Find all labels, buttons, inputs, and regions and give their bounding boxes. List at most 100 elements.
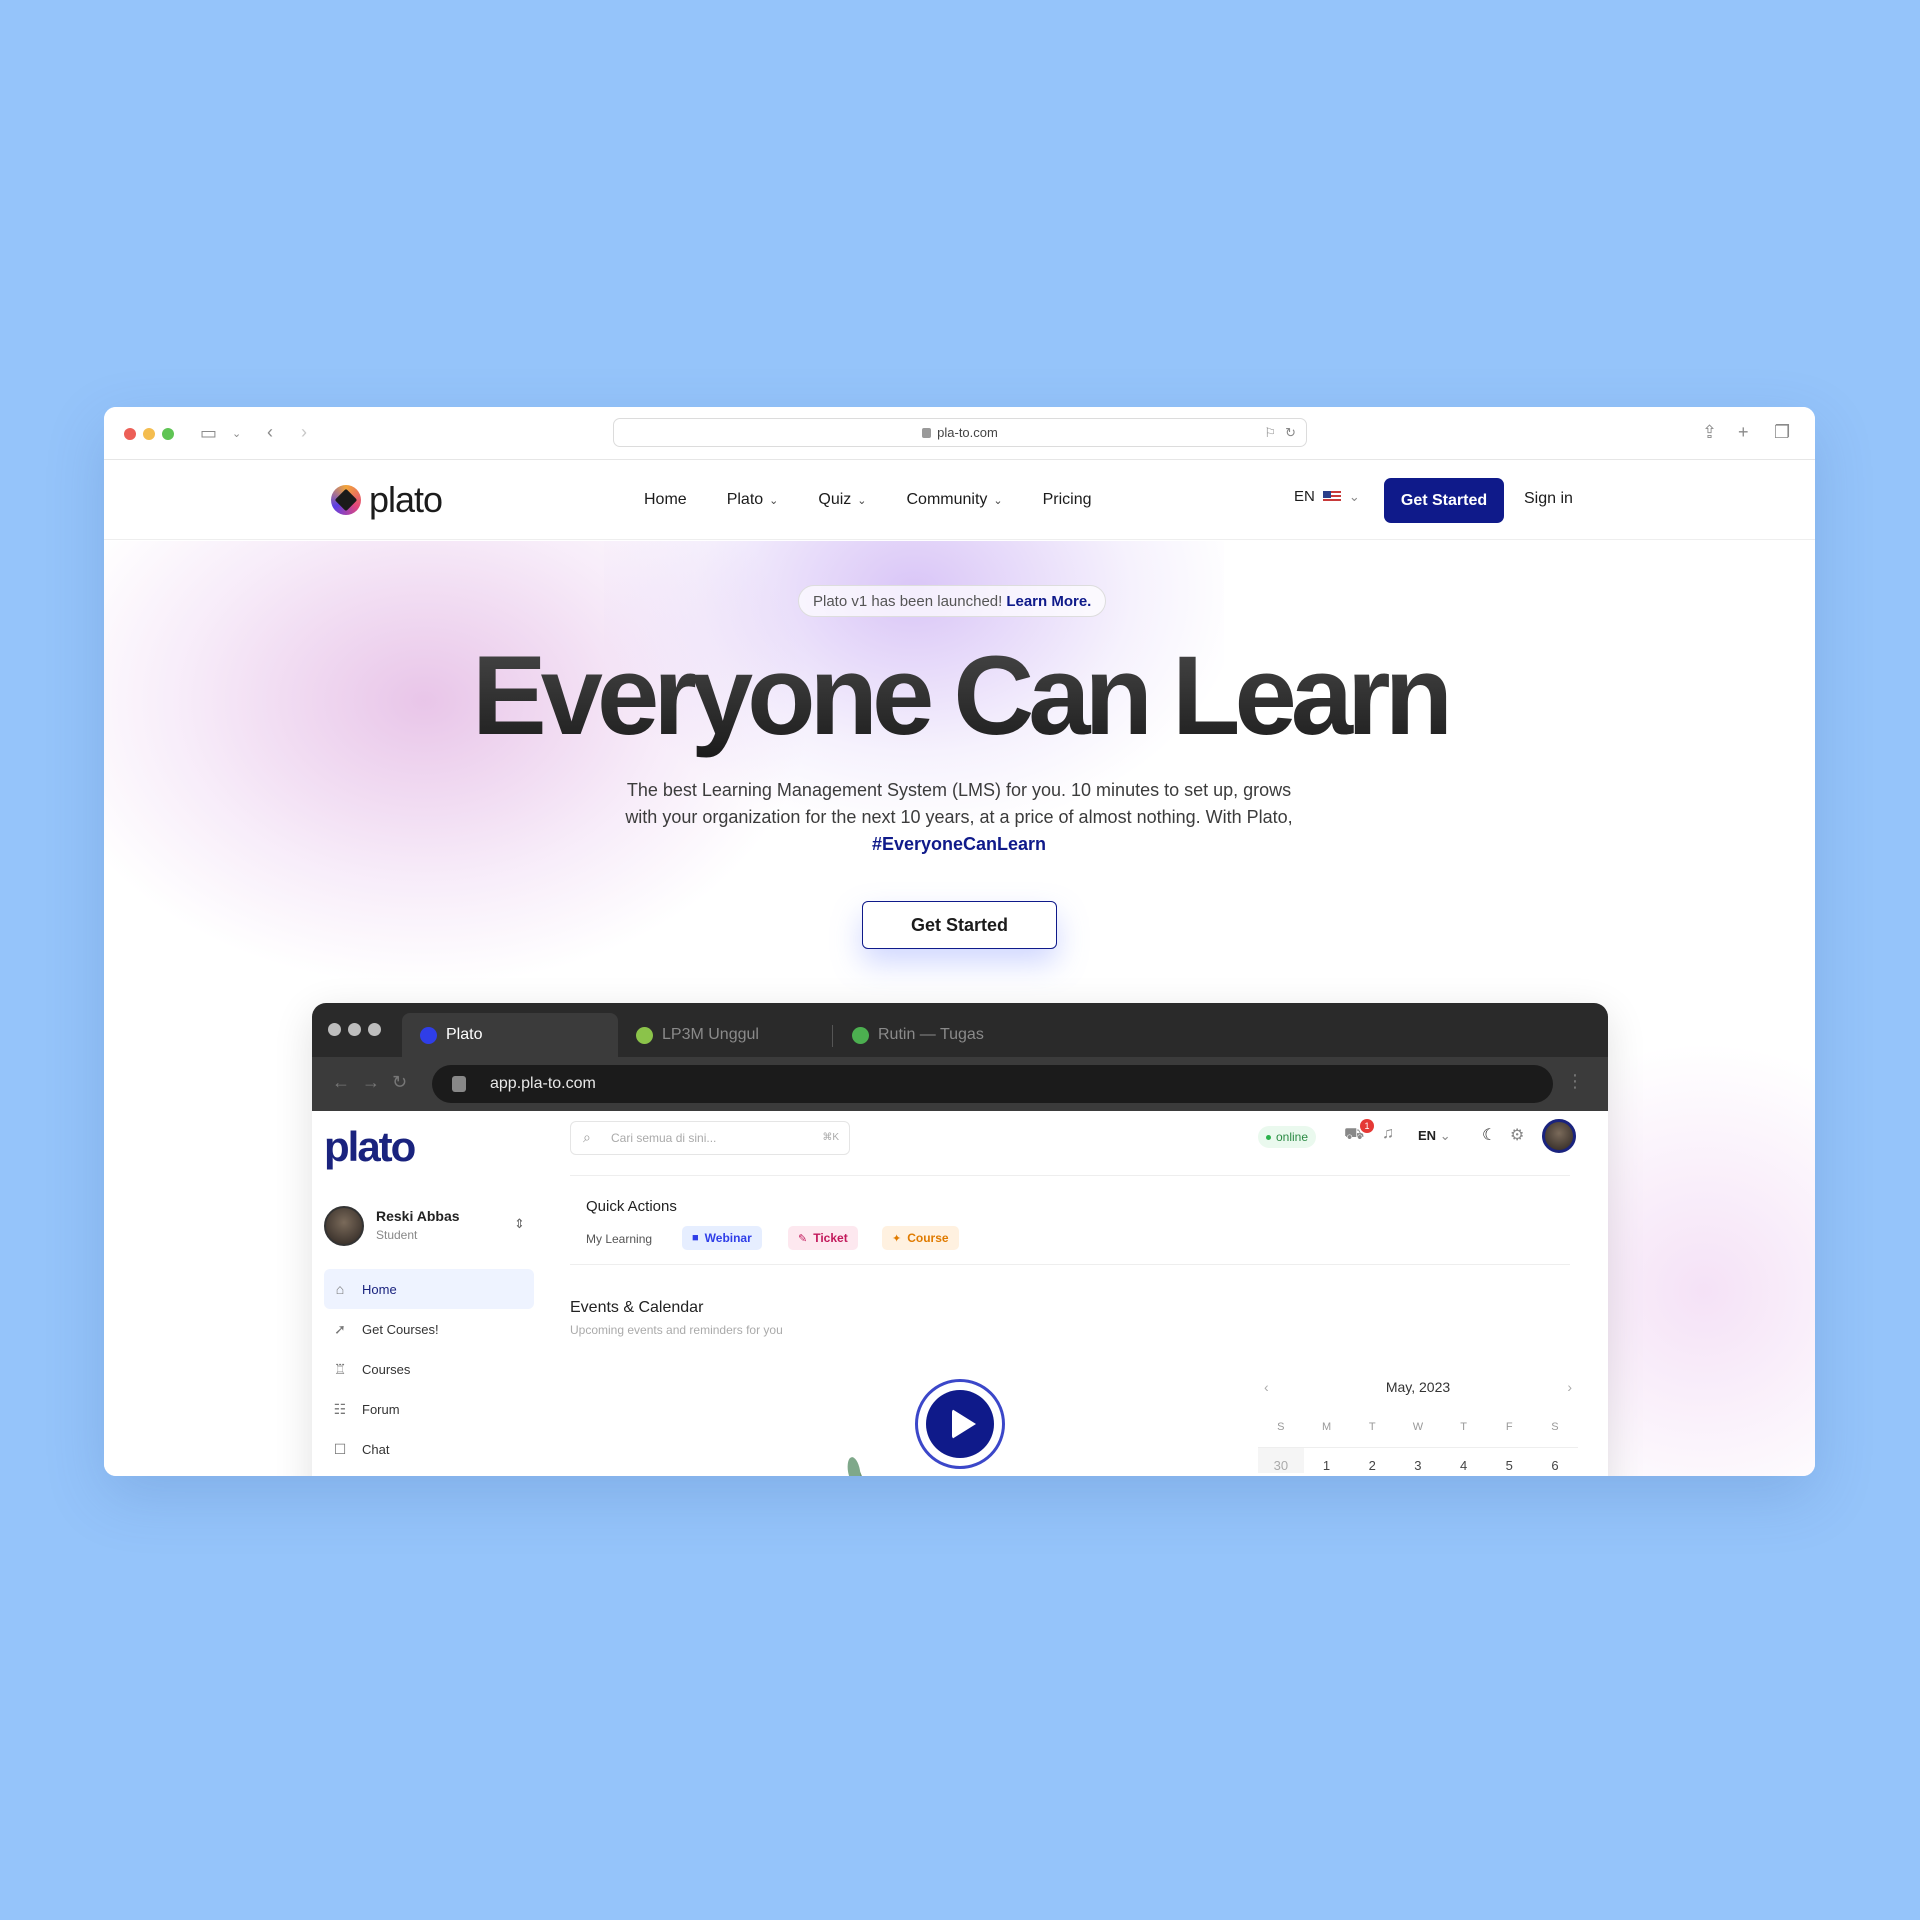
chevron-left-icon[interactable]: ‹ <box>1264 1379 1269 1395</box>
us-flag-icon <box>1322 490 1341 503</box>
calendar-widget: ‹ May, 2023 › S M T W T F S 30 1 2 3 4 5… <box>1258 1379 1578 1473</box>
chevron-down-icon: ⌄ <box>857 494 867 507</box>
plato-logo[interactable]: plato <box>331 478 443 522</box>
sidebar-item-courses[interactable]: ♖ Courses <box>324 1349 534 1389</box>
sidebar-item-label: Chat <box>362 1441 390 1457</box>
avatar[interactable] <box>1542 1119 1576 1153</box>
my-learning-label: My Learning <box>586 1232 653 1246</box>
calendar-day[interactable]: 5 <box>1486 1447 1533 1473</box>
calendar-day[interactable]: 6 <box>1532 1447 1578 1473</box>
play-video-button[interactable] <box>915 1379 1005 1469</box>
weekday-label: F <box>1505 1421 1513 1433</box>
search-placeholder: Cari semua di sini... <box>611 1131 717 1145</box>
weekday-label: M <box>1321 1421 1332 1433</box>
tab-favicon <box>420 1026 437 1044</box>
hero-subtitle-text: The best Learning Management System (LMS… <box>625 780 1293 827</box>
app-language-selector[interactable]: EN ⌄ <box>1418 1128 1451 1144</box>
more-options-icon[interactable]: ⋮ <box>1566 1071 1584 1092</box>
expand-collapse-icon[interactable]: ⇕ <box>514 1216 525 1232</box>
new-tab-icon[interactable]: + <box>1738 422 1749 442</box>
nav-plato[interactable]: Plato ⌄ <box>727 491 779 509</box>
hero-section: Plato v1 has been launched! Learn More. … <box>104 541 1815 1476</box>
weekday-label: T <box>1460 1421 1467 1433</box>
get-started-button[interactable]: Get Started <box>1384 478 1504 523</box>
back-arrow-icon[interactable]: ‹ <box>267 422 273 442</box>
user-card[interactable]: Reski Abbas Student ⇕ <box>324 1206 525 1246</box>
tab-label: Plato <box>446 1026 483 1043</box>
calendar-day[interactable]: 4 <box>1440 1447 1487 1473</box>
app-logo[interactable]: plato <box>324 1123 416 1171</box>
bell-icon[interactable]: ♫ <box>1382 1125 1394 1143</box>
app-tab-plato[interactable]: Plato <box>402 1013 618 1057</box>
reload-icon[interactable]: ↻ <box>392 1072 407 1093</box>
search-icon: ⌕ <box>583 1129 591 1145</box>
nav-quiz[interactable]: Quiz ⌄ <box>818 491 866 509</box>
reload-icon[interactable]: ↻ <box>1285 425 1296 441</box>
main-menu: Home Plato ⌄ Quiz ⌄ Community ⌄ Pricing <box>644 460 1132 540</box>
app-tab-bar: Plato LP3M Unggul Rutin — Tugas <box>312 1003 1608 1057</box>
calendar-day[interactable]: 1 <box>1303 1447 1350 1473</box>
plant-illustration <box>847 1457 862 1476</box>
language-label: EN <box>1294 488 1315 505</box>
sidebar-item-home[interactable]: ⌂ Home <box>324 1269 534 1309</box>
quick-actions-panel: Quick Actions My Learning ■ Webinar ✎ Tick… <box>570 1175 1570 1265</box>
sidebar-item-get-courses[interactable]: ➚ Get Courses! <box>324 1309 534 1349</box>
tab-favicon <box>852 1026 869 1044</box>
status-badge: online <box>1258 1126 1317 1148</box>
calendar-day[interactable]: 3 <box>1395 1447 1441 1473</box>
share-icon[interactable]: ⇪ <box>1702 422 1717 442</box>
hashtag-link[interactable]: #EveryoneCanLearn <box>872 834 1046 854</box>
sidebar-item-forum[interactable]: ☷ Forum <box>324 1389 534 1429</box>
sign-in-link[interactable]: Sign in <box>1524 490 1573 508</box>
translate-icon[interactable]: ⚐ <box>1264 425 1276 441</box>
chevron-down-icon: ⌄ <box>769 494 779 507</box>
calendar-month: May, 2023 <box>1385 1379 1451 1395</box>
weekday-label: S <box>1277 1421 1285 1433</box>
app-preview-mockup: Plato LP3M Unggul Rutin — Tugas ← → ↻ ap… <box>312 1003 1608 1476</box>
dark-mode-icon[interactable]: ☾ <box>1482 1125 1496 1145</box>
hero-get-started-button[interactable]: Get Started <box>862 901 1057 949</box>
announcement-pill[interactable]: Plato v1 has been launched! Learn More. <box>798 585 1107 617</box>
address-bar[interactable]: pla-to.com ⚐ ↻ <box>613 418 1307 447</box>
maximize-window-button[interactable] <box>162 428 174 440</box>
learn-more-link[interactable]: Learn More. <box>1006 593 1091 610</box>
chip-label: Webinar <box>704 1231 752 1245</box>
course-chip[interactable]: ✦ Course <box>882 1226 959 1250</box>
app-address-bar: ← → ↻ app.pla-to.com ⋮ <box>312 1057 1608 1111</box>
ticket-chip[interactable]: ✎ Ticket <box>788 1226 858 1250</box>
chevron-right-icon[interactable]: › <box>1567 1379 1572 1395</box>
sidebar-toggle-icon[interactable]: ▭ <box>200 423 217 443</box>
webinar-chip[interactable]: ■ Webinar <box>682 1226 762 1250</box>
sidebar-item-chat[interactable]: ☐ Chat <box>324 1429 534 1469</box>
forward-arrow-icon[interactable]: › <box>301 422 307 442</box>
nav-label: Pricing <box>1042 491 1092 508</box>
browser-toolbar: ▭ ⌄ ‹ › pla-to.com ⚐ ↻ ⇪ + ❐ <box>104 407 1815 460</box>
back-arrow-icon[interactable]: ← <box>332 1072 350 1093</box>
search-input[interactable]: ⌕ Cari semua di sini... ⌘K <box>570 1121 850 1155</box>
forward-arrow-icon[interactable]: → <box>362 1072 380 1093</box>
sidebar-item-label: Home <box>362 1281 397 1297</box>
user-role: Student <box>376 1228 418 1242</box>
tab-overview-icon[interactable]: ❐ <box>1774 422 1790 442</box>
close-window-button[interactable] <box>124 428 136 440</box>
minimize-window-button[interactable] <box>143 428 155 440</box>
nav-pricing[interactable]: Pricing <box>1043 491 1092 509</box>
gear-icon[interactable]: ⚙ <box>1510 1125 1524 1145</box>
hero-subtitle: The best Learning Management System (LMS… <box>624 777 1294 858</box>
nav-label: Quiz <box>818 491 852 508</box>
app-tab-lp3m[interactable]: LP3M Unggul <box>636 1013 759 1057</box>
nav-home[interactable]: Home <box>644 491 687 509</box>
calendar-day[interactable]: 2 <box>1349 1447 1396 1473</box>
window-dot <box>368 1023 381 1036</box>
calendar-day[interactable]: 30 <box>1258 1447 1304 1473</box>
nav-community[interactable]: Community ⌄ <box>907 491 1003 509</box>
app-tab-rutin[interactable]: Rutin — Tugas <box>852 1013 984 1057</box>
chevron-down-icon[interactable]: ⌄ <box>232 424 241 444</box>
language-selector[interactable]: EN ⌄ <box>1294 488 1360 505</box>
sidebar-item-label: Forum <box>362 1401 400 1417</box>
sidebar-item-label: Courses <box>362 1361 411 1377</box>
announcement-text: Plato v1 has been launched! <box>813 592 1003 610</box>
home-icon: ⌂ <box>335 1281 345 1297</box>
forum-icon: ☷ <box>333 1400 347 1417</box>
app-url-field[interactable]: app.pla-to.com <box>432 1065 1553 1103</box>
